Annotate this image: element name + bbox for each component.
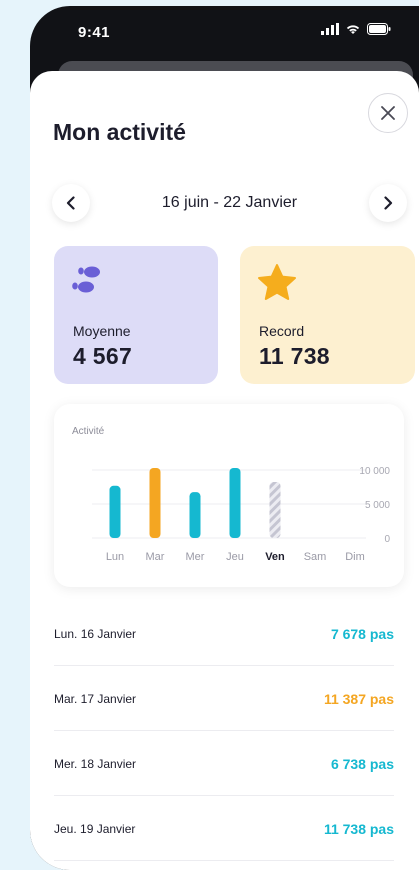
record-card: Record 11 738 xyxy=(240,246,415,384)
footsteps-icon xyxy=(72,266,100,293)
chart-bar-ven-in-progress xyxy=(269,482,281,538)
x-tick-label-ven: Ven xyxy=(265,551,285,563)
y-tick-label: 10 000 xyxy=(359,466,390,477)
chevron-right-icon xyxy=(384,196,393,210)
y-tick-label: 0 xyxy=(384,534,390,545)
period-selector: 16 juin - 22 Janvier xyxy=(52,184,407,224)
close-icon xyxy=(381,106,395,120)
list-item[interactable]: Mar. 17 Janvier 11 387 pas xyxy=(54,666,394,731)
chart-bar-mar xyxy=(149,468,161,538)
day-label: Mer. 18 Janvier xyxy=(54,757,137,771)
list-item[interactable]: Lun. 16 Janvier 7 678 pas xyxy=(54,601,394,666)
chart-bar-mer xyxy=(189,492,201,538)
period-label: 16 juin - 22 Janvier xyxy=(161,194,298,211)
chart-bar-lun xyxy=(109,485,121,538)
average-label: Moyenne xyxy=(73,323,131,339)
chart-title: Activité xyxy=(72,426,105,437)
y-tick-label: 5 000 xyxy=(365,500,390,511)
step-count: 6 738 pas xyxy=(330,756,394,772)
day-label: Jeu. 19 Janvier xyxy=(54,822,136,836)
list-item[interactable]: Mer. 18 Janvier 6 738 pas xyxy=(54,731,394,796)
status-icons xyxy=(321,23,391,35)
day-label: Mar. 17 Janvier xyxy=(54,692,137,706)
activity-chart: Activité 10 000 5 000 0 Lun Mar Mer Jeu Ven Sam D… xyxy=(54,404,404,587)
record-label: Record xyxy=(259,323,305,339)
battery-icon xyxy=(367,23,391,35)
chart-bar-jeu xyxy=(229,468,241,538)
status-time: 9:41 xyxy=(78,24,111,41)
x-tick-label-dim: Dim xyxy=(345,551,365,563)
average-value: 4 567 xyxy=(73,343,133,369)
x-tick-label-jeu: Jeu xyxy=(226,551,244,563)
list-item[interactable]: Jeu. 19 Janvier 11 738 pas xyxy=(54,796,394,861)
average-card: Moyenne 4 567 xyxy=(54,246,218,384)
next-period-button[interactable] xyxy=(369,184,407,222)
signal-icon xyxy=(321,23,339,35)
x-tick-label-mer: Mer xyxy=(186,551,205,563)
wifi-icon xyxy=(346,25,360,34)
chart-canvas: Activité 10 000 5 000 0 Lun Mar Mer Jeu Ven Sam D… xyxy=(72,426,390,563)
phone-frame: 9:41 Mon activité 16 juin - 22 Janvier M… xyxy=(30,6,419,870)
status-bar: 9:41 xyxy=(30,6,419,66)
step-count: 7 678 pas xyxy=(330,626,394,642)
step-count: 11 387 pas xyxy=(323,691,394,707)
x-tick-label-sam: Sam xyxy=(304,551,327,563)
daily-steps-list: Lun. 16 Janvier 7 678 pas Mar. 17 Janvier 1… xyxy=(54,601,394,861)
page-title: Mon activité xyxy=(53,119,186,145)
star-icon xyxy=(258,264,296,300)
step-count: 11 738 pas xyxy=(323,821,394,837)
x-tick-label-mar: Mar xyxy=(146,551,165,563)
day-label: Lun. 16 Janvier xyxy=(54,627,137,641)
record-value: 11 738 xyxy=(259,343,330,369)
activity-sheet: Mon activité 16 juin - 22 Janvier Moyenn… xyxy=(30,71,419,870)
close-button[interactable] xyxy=(368,93,408,133)
x-tick-label-lun: Lun xyxy=(106,551,124,563)
